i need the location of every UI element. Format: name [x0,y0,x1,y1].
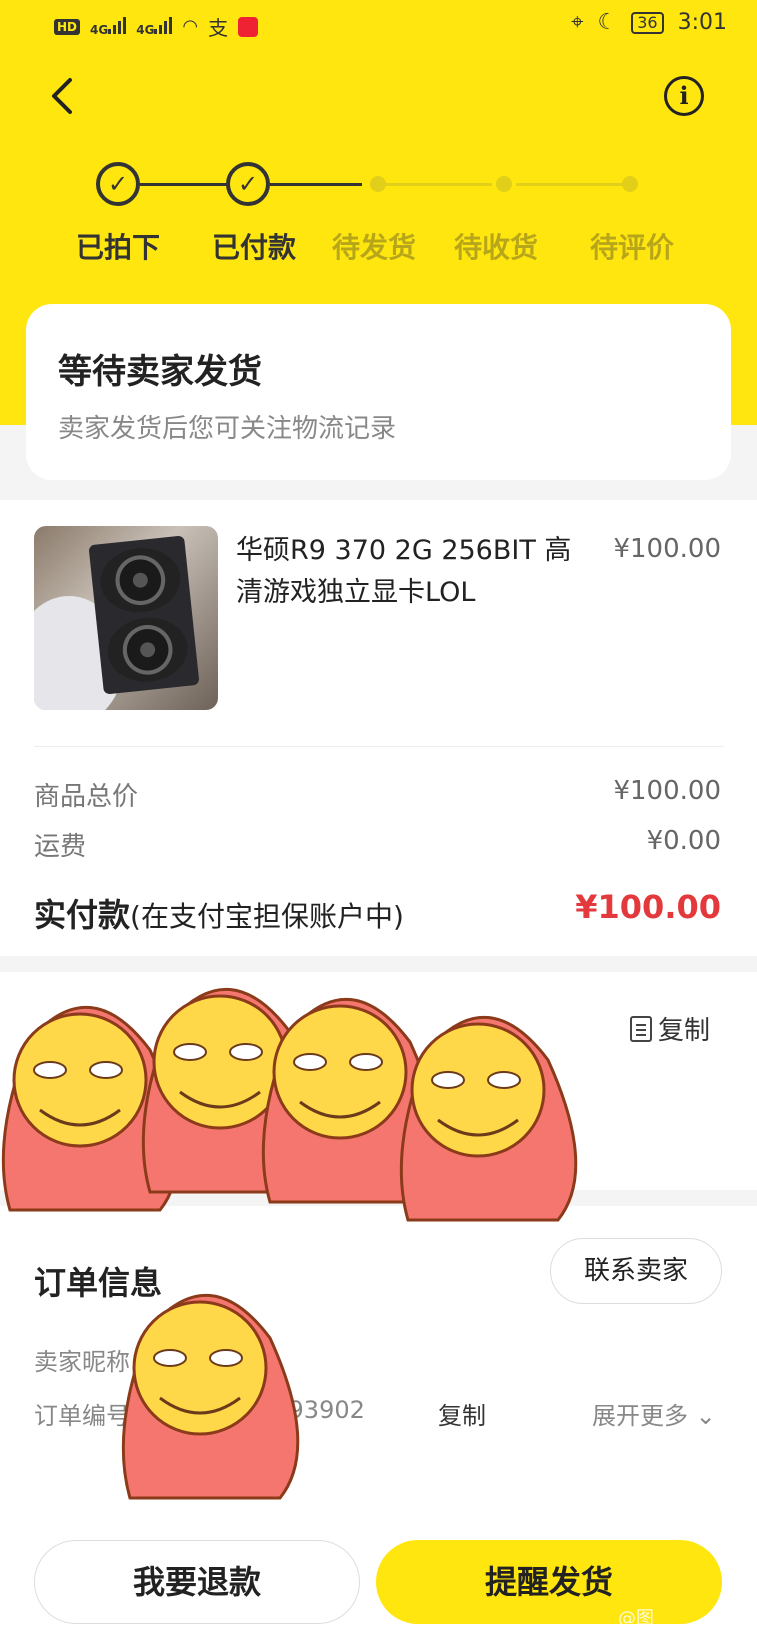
progress-line-pending [386,183,492,186]
4g-signal-icon: 4G [136,16,173,37]
status-subtitle: 卖家发货后您可关注物流记录 [58,414,397,444]
time: 3:01 [677,10,727,35]
step-dot [622,176,638,192]
contact-seller-button[interactable]: 联系卖家 [550,1238,722,1304]
refund-button[interactable]: 我要退款 [34,1540,360,1624]
status-card: 等待卖家发货 卖家发货后您可关注物流记录 [26,304,731,480]
product-image[interactable] [34,526,218,710]
wifi-icon: ◠ [182,16,199,37]
4g-signal-icon: 4G [90,16,127,37]
hd-icon: HD [54,18,81,35]
watermark: @图 [618,1608,654,1629]
back-arrow-icon[interactable] [48,76,78,116]
progress-line-done [140,183,230,186]
battery-level: 36 [637,12,658,32]
fan-picture [97,544,184,617]
expand-more-button[interactable]: 展开更多 ⌄ [592,1396,716,1431]
smirk-sticker [399,1015,578,1222]
product-price: ¥100.00 [613,534,721,564]
paid-label: 实付款 [34,896,131,934]
copy-address-button[interactable]: 复制 [630,1010,710,1047]
info-icon[interactable]: i [664,76,704,116]
paid-amount-label: 实付款(在支付宝担保账户中) [34,890,404,936]
status-title: 等待卖家发货 [58,352,262,392]
order-progress: ✓ ✓ 已拍下 已付款 待发货 待收货 待评价 [0,150,757,270]
battery-icon: 36 [631,11,664,34]
step-label: 待发货 [332,231,417,264]
paid-amount-value: ¥100.00 [575,888,721,926]
smirk-sticker [121,1293,300,1500]
paid-note: (在支付宝担保账户中) [130,900,404,933]
shipping-label: 运费 [34,832,87,862]
copy-order-number-button[interactable]: 复制 [438,1396,486,1431]
expand-more-label: 展开更多 [592,1402,688,1430]
copy-address-label: 复制 [658,1016,711,1046]
fan-picture [104,613,191,686]
copy-icon [630,1015,652,1042]
product-title[interactable]: 华硕R9 370 2G 256BIT 高清游戏独立显卡LOL [236,530,576,614]
step-label: 已拍下 [76,231,161,264]
step-label: 已付款 [212,231,297,264]
shipping-value: ¥0.00 [646,826,721,856]
progress-line-done [270,183,362,186]
step-label: 待收货 [454,231,539,264]
chevron-down-icon: ⌄ [695,1402,716,1430]
step-check-icon: ✓ [96,162,140,206]
location-icon: ⌖ [571,10,584,35]
step-label: 待评价 [590,231,675,264]
divider [34,746,724,747]
step-dot [370,176,386,192]
remind-ship-button[interactable]: 提醒发货 [376,1540,722,1624]
seller-nickname-label: 卖家昵称 [34,1348,130,1376]
step-check-icon: ✓ [226,162,270,206]
reader-app-icon [238,16,259,37]
moon-icon: ☾ [597,10,618,35]
alipay-icon: 支 [208,16,229,40]
progress-line-pending [516,183,628,186]
step-dot [496,176,512,192]
status-bar: HD 4G 4G ◠ 支 ⌖ ☾ 36 3:01 [0,0,757,52]
goods-total-label: 商品总价 [34,782,139,812]
order-number-label: 订单编号 [34,1402,130,1430]
graphics-card-picture [88,535,200,695]
goods-total-value: ¥100.00 [613,776,721,806]
